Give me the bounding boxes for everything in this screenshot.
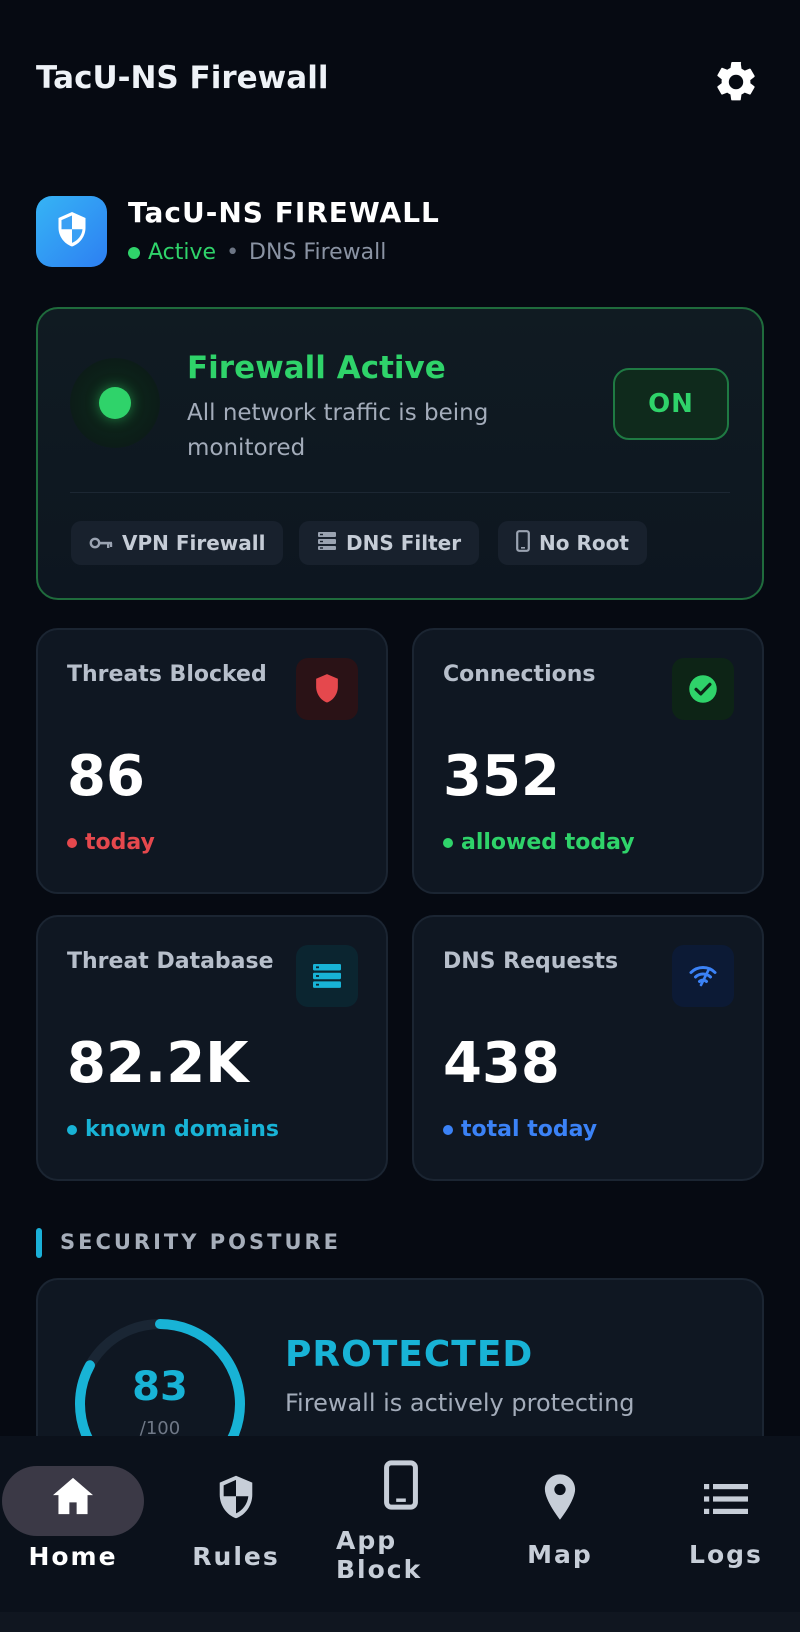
stat-subtext: today	[67, 830, 155, 855]
divider	[70, 492, 730, 493]
posture-status: PROTECTED	[285, 1334, 534, 1375]
wifi-icon	[672, 945, 734, 1007]
posture-description: Firewall is actively protecting	[285, 1389, 635, 1417]
stat-subtext-label: today	[85, 830, 155, 855]
database-icon	[296, 945, 358, 1007]
stat-subtext: known domains	[67, 1117, 279, 1142]
phone-icon	[383, 1460, 419, 1514]
nav-item-logs[interactable]: Logs	[656, 1436, 796, 1612]
stat-value: 82.2K	[67, 1031, 249, 1096]
stat-value: 86	[67, 744, 145, 809]
nav-label: Home	[28, 1542, 118, 1571]
map-pin-icon	[543, 1474, 577, 1524]
brand-name: TacU-NS FIREWALL	[128, 196, 440, 229]
brand-status: Active • DNS Firewall	[128, 240, 386, 265]
stat-subtext-label: known domains	[85, 1117, 279, 1142]
status-text: Active	[148, 240, 217, 265]
chip-label: No Root	[539, 531, 629, 555]
chip-dns-filter: DNS Filter	[299, 521, 480, 565]
stat-subtext-label: total today	[461, 1117, 598, 1142]
shield-icon	[54, 210, 90, 254]
status-dot	[128, 246, 140, 259]
section-title: SECURITY POSTURE	[60, 1230, 342, 1254]
brand-logo	[36, 196, 107, 267]
shield-icon	[296, 658, 358, 720]
gear-icon[interactable]	[712, 58, 760, 106]
stat-subtext: allowed today	[443, 830, 635, 855]
check-circle-icon	[672, 658, 734, 720]
nav-item-rules[interactable]: Rules	[166, 1436, 306, 1612]
stat-label: Threat Database	[67, 949, 274, 974]
phone-icon	[516, 529, 530, 557]
stat-value: 438	[443, 1031, 560, 1096]
nav-label: App Block	[336, 1526, 423, 1584]
server-icon	[317, 531, 337, 556]
system-gesture-bar	[0, 1612, 800, 1632]
stat-label: Threats Blocked	[67, 662, 267, 687]
firewall-type: DNS Firewall	[249, 240, 387, 265]
nav-label: Map	[527, 1540, 593, 1569]
stat-label: DNS Requests	[443, 949, 619, 974]
firewall-indicator	[70, 358, 160, 448]
chip-no-root: No Root	[498, 521, 647, 565]
list-icon	[704, 1484, 748, 1518]
nav-item-home[interactable]: Home	[2, 1436, 144, 1612]
chip-label: DNS Filter	[346, 531, 462, 555]
nav-item-app-block[interactable]: App Block	[326, 1436, 476, 1612]
shield-icon	[215, 1474, 257, 1526]
nav-label: Logs	[689, 1540, 763, 1569]
firewall-description: All network traffic is being monitored	[187, 400, 489, 461]
nav-item-map[interactable]: Map	[490, 1436, 630, 1612]
stat-subtext: total today	[443, 1117, 597, 1142]
stat-label: Connections	[443, 662, 596, 687]
status-separator: •	[226, 240, 240, 265]
section-accent-bar	[36, 1228, 42, 1258]
firewall-title: Firewall Active	[187, 350, 446, 386]
app-title: TacU-NS Firewall	[36, 60, 329, 96]
stat-subtext-label: allowed today	[461, 830, 635, 855]
firewall-toggle-button[interactable]: ON	[613, 368, 729, 440]
posture-score: 83	[132, 1364, 188, 1410]
chip-label: VPN Firewall	[122, 531, 266, 555]
key-icon	[89, 531, 113, 555]
stat-value: 352	[443, 744, 560, 809]
chip-vpn-firewall: VPN Firewall	[71, 521, 284, 565]
home-icon	[51, 1476, 95, 1520]
nav-label: Rules	[192, 1542, 280, 1571]
